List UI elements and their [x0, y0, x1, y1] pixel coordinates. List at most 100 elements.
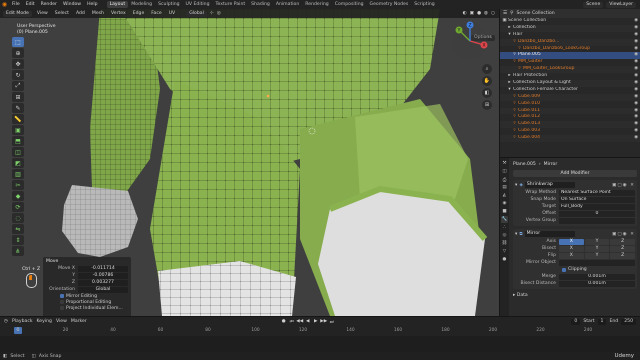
annotate-icon[interactable]: ✎: [12, 103, 24, 113]
collection-icon[interactable]: ▿: [517, 66, 522, 73]
visibility-eye-icon[interactable]: ◉: [634, 80, 638, 87]
view-layer-tab-icon[interactable]: ▤: [501, 184, 508, 191]
bisect-x-toggle[interactable]: X: [559, 245, 584, 252]
visibility-eye-icon[interactable]: ◉: [634, 32, 638, 39]
inset-icon[interactable]: ◫: [12, 147, 24, 157]
visibility-eye-icon[interactable]: ◉: [634, 73, 638, 80]
scene-selector[interactable]: Scene: [583, 1, 604, 8]
edge-slide-icon[interactable]: ⇋: [12, 224, 24, 234]
next-keyframe-icon[interactable]: ▶▶: [320, 319, 327, 325]
visibility-eye-icon[interactable]: ◉: [634, 94, 638, 101]
material-shading-icon[interactable]: ◍: [484, 11, 488, 16]
data-section-toggle[interactable]: ▸ Data: [513, 292, 637, 299]
collection-icon[interactable]: ▿: [512, 121, 517, 128]
collection-icon[interactable]: ▿: [512, 108, 517, 115]
current-frame-field[interactable]: 0: [571, 318, 581, 325]
outliner-row[interactable]: ▿ Danzbo_Danzbo... ◉: [500, 38, 640, 46]
physics-tab-icon[interactable]: ◎: [501, 232, 508, 239]
play-reverse-icon[interactable]: ◀: [305, 319, 311, 325]
tab-animation[interactable]: Animation: [273, 1, 302, 8]
menu-marker[interactable]: Marker: [71, 319, 87, 324]
end-frame-field[interactable]: 250: [621, 318, 636, 325]
collection-icon[interactable]: ▿: [512, 114, 517, 121]
outliner-row[interactable]: ▿ Plane.005 ◉: [500, 52, 640, 60]
merge-field[interactable]: 0.001m: [559, 273, 635, 280]
tab-rendering[interactable]: Rendering: [302, 1, 331, 8]
solid-shading-icon[interactable]: ●: [477, 11, 481, 16]
visibility-eye-icon[interactable]: ◉: [634, 39, 638, 46]
select-box-icon[interactable]: ⬚: [12, 37, 24, 47]
axis-y-toggle[interactable]: Y: [584, 238, 610, 245]
collection-icon[interactable]: ▸: [507, 80, 512, 87]
move-z-field[interactable]: 0.003277: [78, 279, 128, 286]
mirror-name-field[interactable]: Mirror: [524, 231, 575, 237]
visibility-eye-icon[interactable]: ◉: [634, 59, 638, 66]
flip-x-toggle[interactable]: X: [559, 252, 584, 259]
cursor-icon[interactable]: ⊕: [12, 48, 24, 58]
outliner-row[interactable]: ▿ Cube.003 ◉: [500, 128, 640, 135]
collection-icon[interactable]: ▾: [507, 32, 512, 39]
timeline-ruler[interactable]: 0 0 20 40 60 80 100 120 140 160 180 200 220 240: [0, 326, 640, 336]
move-icon[interactable]: ✥: [12, 59, 24, 69]
snap-mode-select[interactable]: On Surface: [559, 196, 635, 203]
spin-icon[interactable]: ⟳: [12, 202, 24, 212]
bisect-z-toggle[interactable]: Z: [610, 245, 636, 252]
poly-build-icon[interactable]: ◆: [12, 191, 24, 201]
move-y-field[interactable]: -0.00786: [78, 272, 128, 279]
transform-orientation-selector[interactable]: Global: [186, 10, 207, 17]
tab-scripting[interactable]: Scripting: [411, 1, 437, 8]
transform-icon[interactable]: ⊞: [12, 92, 24, 102]
smooth-icon[interactable]: ◌: [12, 213, 24, 223]
visibility-eye-icon[interactable]: ◉: [634, 135, 638, 142]
outliner-row[interactable]: ▿ MM_Gaiter ◉: [500, 59, 640, 66]
menu-mesh[interactable]: Mesh: [90, 11, 106, 16]
constraints-tab-icon[interactable]: ⛓: [501, 240, 508, 247]
measure-icon[interactable]: 📏: [12, 114, 24, 124]
collapse-chevron-icon[interactable]: ▾: [515, 183, 517, 188]
axis-x-toggle[interactable]: X: [559, 238, 584, 245]
outliner-row[interactable]: ▸ Collection ◉: [500, 24, 640, 32]
modifier-toggle-icons[interactable]: ▣▢◉ ✕: [612, 232, 635, 237]
view-layer-selector[interactable]: ViewLayer: [606, 1, 636, 8]
object-tab-icon[interactable]: ■: [501, 208, 508, 215]
shrinkwrap-name-field[interactable]: Shrinkwrap: [524, 182, 575, 188]
start-frame-field[interactable]: 1: [597, 318, 607, 325]
shrink-fatten-icon[interactable]: ⇕: [12, 235, 24, 245]
timeline-track[interactable]: [0, 336, 640, 352]
menu-help[interactable]: Help: [84, 2, 100, 7]
tab-shading[interactable]: Shading: [248, 1, 273, 8]
visibility-eye-icon[interactable]: ◉: [634, 87, 638, 94]
vertex-group-field[interactable]: [559, 217, 635, 224]
proportional-editing-icon[interactable]: ◎: [217, 11, 221, 16]
menu-select[interactable]: Select: [53, 11, 71, 16]
collection-icon[interactable]: ▾: [507, 87, 512, 94]
rendered-shading-icon[interactable]: ○: [491, 11, 495, 16]
3d-viewport[interactable]: Edit Mode View Select Add Mesh Vertex Ed…: [0, 9, 499, 316]
outliner-editor-icon[interactable]: ☰: [503, 11, 507, 16]
menu-file[interactable]: File: [9, 2, 23, 7]
particles-tab-icon[interactable]: ∴: [501, 224, 508, 231]
bisect-distance-field[interactable]: 0.001m: [559, 280, 635, 287]
tab-uv-editing[interactable]: UV Editing: [183, 1, 213, 8]
visibility-eye-icon[interactable]: ◉: [634, 18, 638, 25]
menu-face[interactable]: Face: [149, 11, 163, 16]
menu-view[interactable]: View: [35, 11, 50, 16]
jump-start-icon[interactable]: ⏮: [289, 319, 295, 325]
offset-field[interactable]: 0: [559, 210, 635, 217]
outliner-row[interactable]: ▿ Danzbo_Danzbo6_LookGroup ◉: [500, 46, 640, 53]
rotate-icon[interactable]: ↻: [12, 70, 24, 80]
visibility-eye-icon[interactable]: ◉: [634, 128, 638, 135]
tab-modeling[interactable]: Modeling: [128, 1, 155, 8]
blender-logo-icon[interactable]: ◉: [0, 0, 9, 9]
move-x-field[interactable]: -0.011714: [78, 265, 128, 272]
outliner-filter-icon[interactable]: ⚲: [510, 11, 513, 16]
tab-layout[interactable]: Layout: [106, 1, 129, 8]
data-tab-icon[interactable]: ▽: [501, 248, 508, 255]
xray-icon[interactable]: ▣: [470, 11, 474, 16]
camera-view-icon[interactable]: ◧: [482, 88, 492, 98]
collection-icon[interactable]: ▿: [512, 94, 517, 101]
clipping-checkbox[interactable]: Clipping: [515, 266, 635, 273]
jump-end-icon[interactable]: ⏭: [329, 319, 335, 325]
menu-keying[interactable]: Keying: [37, 319, 52, 324]
collection-icon[interactable]: ▿: [512, 52, 517, 59]
